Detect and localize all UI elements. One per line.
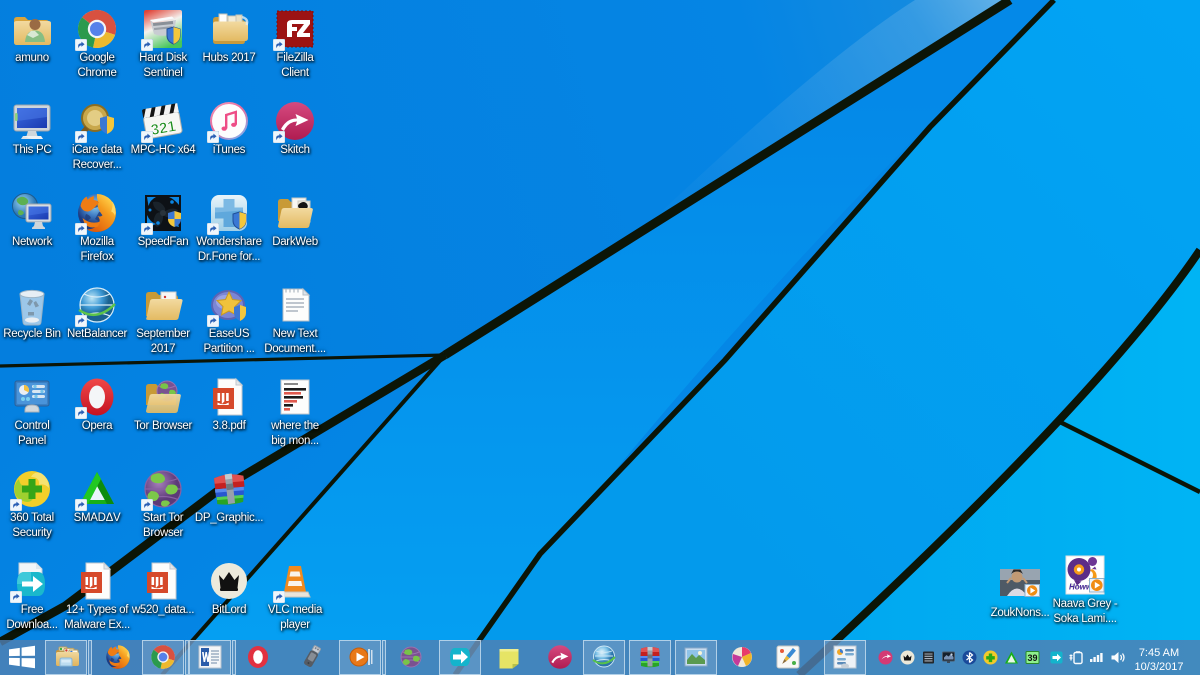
svg-text:321: 321 [150, 118, 178, 139]
svg-text:39: 39 [1027, 653, 1037, 663]
